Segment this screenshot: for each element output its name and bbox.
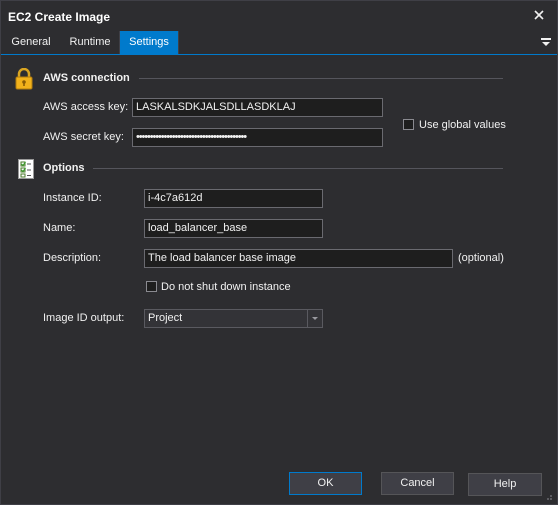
tab-general-label: General [11,36,51,48]
use-global-values-label: Use global values [419,119,506,131]
aws-secret-key-input[interactable]: •••••••••••••••••••••••••••••••••••••••• [132,128,383,147]
ok-button[interactable]: OK [289,472,362,495]
tab-runtime[interactable]: Runtime [61,31,120,54]
aws-access-key-input[interactable]: LASKALSDKJALSDLLASDKLAJ [132,98,383,117]
aws-connection-heading: AWS connection [43,72,130,84]
tab-runtime-label: Runtime [69,36,111,48]
help-button[interactable]: Help [468,473,542,496]
do-not-shutdown-label: Do not shut down instance [161,281,291,293]
dropdown-arrow-icon[interactable] [307,310,322,327]
use-global-values-checkbox[interactable] [403,119,414,130]
resize-grip-icon[interactable] [543,491,553,504]
do-not-shutdown-checkbox[interactable] [146,281,157,292]
description-optional-hint: (optional) [458,252,504,264]
aws-connection-divider [139,78,503,79]
name-label: Name: [43,222,76,234]
dialog-window: EC2 Create Image General Runtime Setting… [0,0,558,505]
aws-access-key-label: AWS access key: [43,101,129,113]
options-heading: Options [43,162,85,174]
image-id-output-label: Image ID output: [43,312,125,324]
tab-general[interactable]: General [1,31,62,54]
image-id-output-value: Project [148,312,183,324]
tab-settings-label: Settings [129,36,169,48]
options-divider [93,168,503,169]
instance-id-label: Instance ID: [43,192,102,204]
title-bar[interactable]: EC2 Create Image [1,1,557,31]
instance-id-input[interactable]: i-4c7a612d [144,189,323,208]
description-label: Description: [43,252,102,264]
cancel-button[interactable]: Cancel [381,472,454,495]
close-icon[interactable] [531,7,547,23]
aws-secret-key-label: AWS secret key: [43,131,124,143]
window-title: EC2 Create Image [8,10,111,24]
tab-settings[interactable]: Settings [120,31,179,54]
image-id-output-select[interactable]: Project [144,309,323,328]
name-input[interactable]: load_balancer_base [144,219,323,238]
tab-bar: General Runtime Settings [1,31,557,55]
tab-overflow-menu-icon[interactable] [541,37,551,47]
description-input[interactable]: The load balancer base image [144,249,453,268]
checklist-icon [17,158,35,183]
lock-icon [15,67,33,93]
